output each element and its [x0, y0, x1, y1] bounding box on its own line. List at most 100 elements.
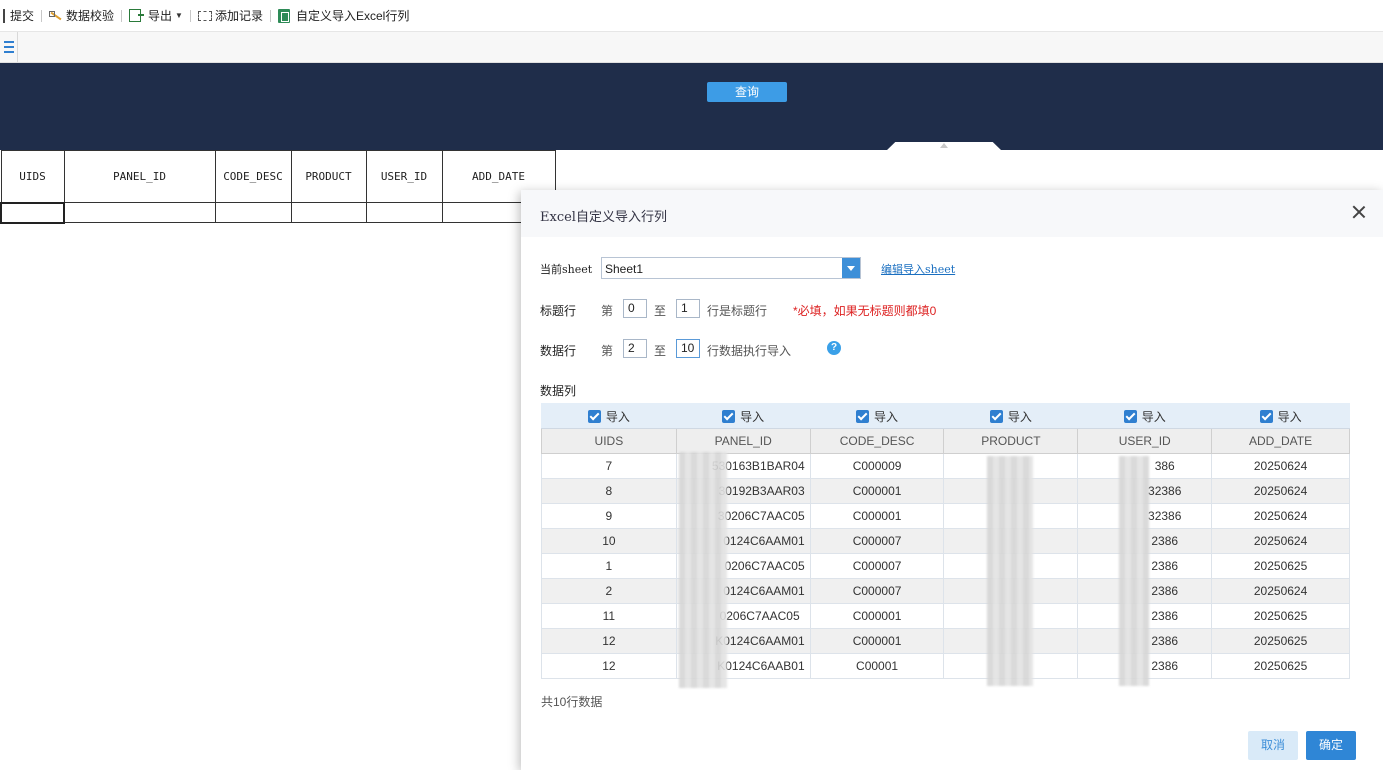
- filter-toggle-button[interactable]: [0, 32, 18, 62]
- table-cell: 12: [541, 628, 677, 654]
- table-row: 10 0124C6AAM01 C000007 2386 20250624: [541, 528, 1350, 554]
- table-cell: 20250625: [1211, 628, 1350, 654]
- excel-import-dialog: Excel自定义导入行列 当前sheet Sheet1 编辑导入sheet 标题…: [521, 190, 1383, 770]
- import-checkbox-cell[interactable]: 导入: [1211, 403, 1350, 429]
- table-cell: 20250624: [1211, 578, 1350, 604]
- sheet-select[interactable]: Sheet1: [601, 257, 861, 279]
- sheet-table: UIDS PANEL_ID CODE_DESC PRODUCT USER_ID …: [0, 150, 556, 224]
- column-header: CODE_DESC: [809, 428, 945, 454]
- column-header: PANEL_ID: [675, 428, 811, 454]
- add-record-button[interactable]: 添加记录: [195, 0, 266, 32]
- dialog-title: Excel自定义导入行列: [540, 210, 667, 225]
- title-row-required-hint: *必填，如果无标题则都填0: [793, 304, 937, 318]
- table-cell: C000001: [809, 628, 945, 654]
- validate-button[interactable]: 数据校验: [46, 0, 117, 32]
- query-button[interactable]: 查询: [707, 82, 787, 102]
- submit-icon: [3, 8, 7, 23]
- export-button[interactable]: 导出 ▼: [126, 0, 186, 32]
- toolbar-divider: [189, 9, 191, 22]
- checkbox-checked-icon[interactable]: [1259, 409, 1273, 423]
- title-row-from-input[interactable]: 0: [623, 299, 647, 318]
- table-cell: 20250625: [1211, 653, 1350, 679]
- title-row-to-input[interactable]: 1: [676, 299, 700, 318]
- checkbox-checked-icon[interactable]: [856, 409, 870, 423]
- data-row-from-input[interactable]: 2: [623, 339, 647, 358]
- sheet-cell[interactable]: [365, 202, 443, 223]
- checkbox-checked-icon[interactable]: [989, 409, 1003, 423]
- column-header: PRODUCT: [943, 428, 1079, 454]
- table-cell: 20250624: [1211, 528, 1350, 554]
- sheet-header-cell[interactable]: USER_ID: [365, 150, 443, 203]
- collapse-panel-tab[interactable]: [886, 142, 1002, 151]
- sheet-cell[interactable]: [63, 202, 216, 223]
- table-cell: 9: [541, 503, 677, 529]
- table-cell: C000001: [809, 603, 945, 629]
- sheet-cell-selected[interactable]: [0, 201, 65, 224]
- checkbox-checked-icon[interactable]: [722, 409, 736, 423]
- table-cell: C000007: [809, 553, 945, 579]
- redacted-area: [679, 452, 727, 688]
- sheet-row: [0, 201, 556, 224]
- import-checkbox-cell[interactable]: 导入: [675, 403, 811, 429]
- table-cell: C000001: [809, 503, 945, 529]
- table-cell: 2: [541, 578, 677, 604]
- table-row: 8 30192B3AAR03 C000001 32386 20250624: [541, 478, 1350, 504]
- table-row: 11 0206C7AAC05 C000001 2386 20250625: [541, 603, 1350, 629]
- sheet-header-row: UIDS PANEL_ID CODE_DESC PRODUCT USER_ID …: [0, 150, 556, 203]
- table-cell: 20250624: [1211, 478, 1350, 504]
- import-checkbox-row: 导入 导入 导入 导入 导入 导入: [541, 403, 1350, 429]
- table-row: 2 0124C6AAM01 C000007 2386 20250624: [541, 578, 1350, 604]
- table-cell: C000001: [809, 478, 945, 504]
- close-icon[interactable]: [1351, 204, 1367, 220]
- column-header-row: UIDS PANEL_ID CODE_DESC PRODUCT USER_ID …: [541, 428, 1350, 454]
- sheet-header-cell[interactable]: CODE_DESC: [214, 150, 292, 203]
- cancel-button[interactable]: 取消: [1248, 731, 1298, 760]
- sheet-header-cell[interactable]: UIDS: [0, 150, 65, 203]
- submit-label: 提交: [10, 9, 35, 23]
- table-cell: C000007: [809, 528, 945, 554]
- chevron-down-icon[interactable]: [842, 258, 860, 278]
- add-record-icon: [197, 10, 212, 21]
- table-cell: 20250624: [1211, 453, 1350, 479]
- export-label: 导出: [148, 9, 173, 23]
- toolbar-divider: [121, 9, 123, 22]
- help-icon[interactable]: ?: [827, 341, 841, 355]
- data-row-to-input[interactable]: 10: [676, 339, 700, 358]
- table-cell: 12: [541, 653, 677, 679]
- toolbar: 提交 数据校验 导出 ▼ 添加记录 自定义导入Excel行列: [0, 0, 1383, 32]
- validate-icon: [49, 9, 63, 23]
- import-checkbox-label: 导入: [1141, 409, 1166, 424]
- import-checkbox-cell[interactable]: 导入: [1077, 403, 1213, 429]
- table-row: 9 30206C7AAC05 C000001 32386 20250624: [541, 503, 1350, 529]
- import-checkbox-label: 导入: [874, 409, 899, 424]
- checkbox-checked-icon[interactable]: [1123, 409, 1137, 423]
- sheet-header-cell[interactable]: PRODUCT: [290, 150, 367, 203]
- import-checkbox-cell[interactable]: 导入: [541, 403, 677, 429]
- table-cell: C00001: [809, 653, 945, 679]
- import-checkbox-cell[interactable]: 导入: [943, 403, 1079, 429]
- submit-button[interactable]: 提交: [0, 0, 37, 32]
- table-cell: 1: [541, 553, 677, 579]
- redacted-area: [1119, 456, 1149, 686]
- data-row-to-prefix: 至: [654, 344, 667, 358]
- export-icon: [129, 9, 145, 22]
- edit-sheet-link[interactable]: 编辑导入sheet: [881, 261, 955, 277]
- custom-import-button[interactable]: 自定义导入Excel行列: [275, 0, 412, 32]
- table-row: 1 0206C7AAC05 C000007 2386 20250625: [541, 553, 1350, 579]
- import-checkbox-label: 导入: [1007, 409, 1032, 424]
- column-header: USER_ID: [1077, 428, 1213, 454]
- confirm-button[interactable]: 确定: [1306, 731, 1356, 760]
- table-row: 12 K0124C6AAM01 C000001 2386 20250625: [541, 628, 1350, 654]
- checkbox-checked-icon[interactable]: [587, 409, 601, 423]
- data-columns-label: 数据列: [540, 384, 577, 398]
- sheet-cell[interactable]: [290, 202, 367, 223]
- custom-import-label: 自定义导入Excel行列: [295, 9, 410, 23]
- import-checkbox-cell[interactable]: 导入: [809, 403, 945, 429]
- sheet-cell[interactable]: [214, 202, 292, 223]
- sheet-header-cell[interactable]: PANEL_ID: [63, 150, 216, 203]
- current-sheet-label: 当前sheet: [540, 263, 593, 276]
- validate-label: 数据校验: [66, 9, 115, 23]
- import-checkbox-label: 导入: [740, 409, 765, 424]
- table-row: 12 K0124C6AAB01 C00001 2386 20250625: [541, 653, 1350, 679]
- query-panel: 查询: [0, 63, 1383, 150]
